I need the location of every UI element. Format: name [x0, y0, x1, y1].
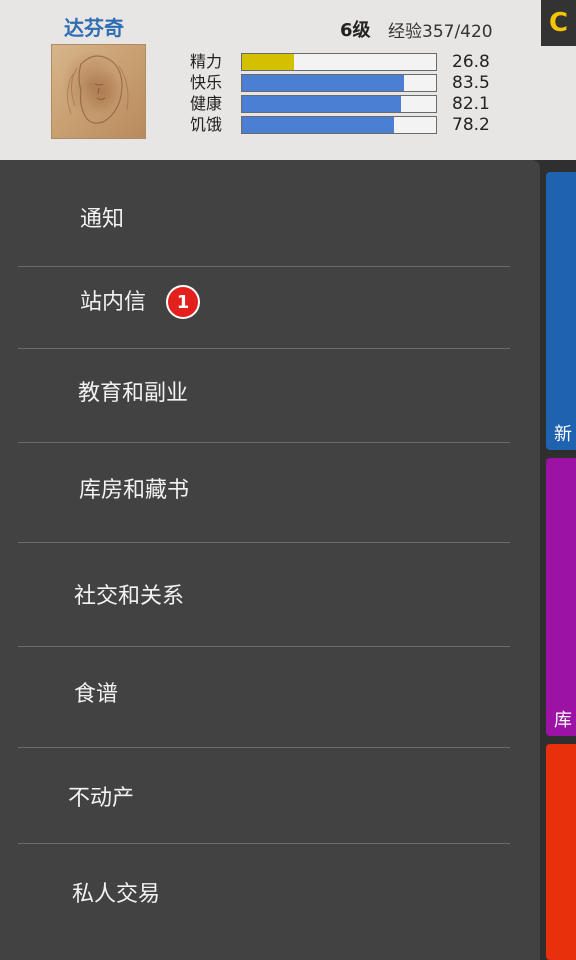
stat-value: 82.1: [452, 94, 490, 114]
navigation-drawer: 通知 站内信 1 教育和副业 库房和藏书 社交和关系 食谱 不动产 私人交易: [0, 160, 540, 960]
experience-label: 经验357/420: [388, 22, 493, 42]
menu-item-label: 教育和副业: [78, 381, 189, 406]
stat-bar: [241, 116, 437, 134]
stat-label: 快乐: [190, 73, 223, 92]
stat-value: 83.5: [452, 73, 490, 93]
menu-item-storage[interactable]: 库房和藏书: [18, 475, 510, 535]
divider: [18, 646, 510, 647]
menu-item-label: 不动产: [68, 786, 135, 811]
currency-c-button[interactable]: C: [541, 0, 576, 46]
menu-item-label: 库房和藏书: [79, 478, 190, 503]
stat-value: 78.2: [452, 115, 490, 135]
stat-value: 26.8: [452, 52, 490, 72]
side-tab-red[interactable]: [546, 744, 576, 960]
stat-happiness: 快乐 83.5: [190, 73, 510, 93]
menu-item-private-trade[interactable]: 私人交易: [18, 879, 510, 939]
stat-label: 健康: [190, 94, 223, 113]
stat-label: 饥饿: [190, 115, 223, 134]
profile-header: 达芬奇 6级 经验357/420 C 精力 26.8 快乐 83.5 健康 82…: [0, 0, 576, 160]
menu-item-recipes[interactable]: 食谱: [18, 679, 510, 739]
menu-item-label: 站内信: [80, 290, 147, 315]
divider: [18, 348, 510, 349]
divider: [18, 266, 510, 267]
menu-item-label: 私人交易: [72, 882, 161, 907]
unread-badge: 1: [166, 285, 200, 319]
side-tab-label: 库: [554, 710, 572, 731]
avatar[interactable]: [51, 44, 146, 139]
stat-bar: [241, 95, 437, 113]
stat-bar-fill: [242, 96, 402, 112]
divider: [18, 442, 510, 443]
divider: [18, 843, 510, 844]
divider: [18, 542, 510, 543]
menu-item-notifications[interactable]: 通知: [18, 204, 510, 264]
side-tab-new[interactable]: 新: [546, 172, 576, 450]
menu-item-real-estate[interactable]: 不动产: [18, 783, 510, 843]
menu-item-label: 社交和关系: [74, 584, 185, 609]
menu-item-social[interactable]: 社交和关系: [18, 581, 510, 641]
stat-bar: [241, 53, 437, 71]
stat-label: 精力: [190, 52, 223, 71]
stat-hunger: 饥饿 78.2: [190, 115, 510, 135]
stat-bar-fill: [242, 117, 394, 133]
stat-bar-fill: [242, 75, 404, 91]
character-name[interactable]: 达芬奇: [64, 12, 124, 41]
menu-item-messages[interactable]: 站内信 1: [18, 285, 510, 347]
level-label: 6级: [340, 20, 371, 41]
stat-health: 健康 82.1: [190, 94, 510, 114]
portrait-sketch-icon: [67, 55, 129, 124]
side-tab-storage[interactable]: 库: [546, 458, 576, 736]
stat-bar: [241, 74, 437, 92]
menu-item-label: 食谱: [74, 682, 119, 707]
menu-item-label: 通知: [80, 207, 125, 232]
stat-bar-fill: [242, 54, 294, 70]
divider: [18, 747, 510, 748]
side-tab-label: 新: [554, 424, 572, 445]
stat-energy: 精力 26.8: [190, 52, 510, 72]
menu-item-education[interactable]: 教育和副业: [18, 378, 510, 438]
